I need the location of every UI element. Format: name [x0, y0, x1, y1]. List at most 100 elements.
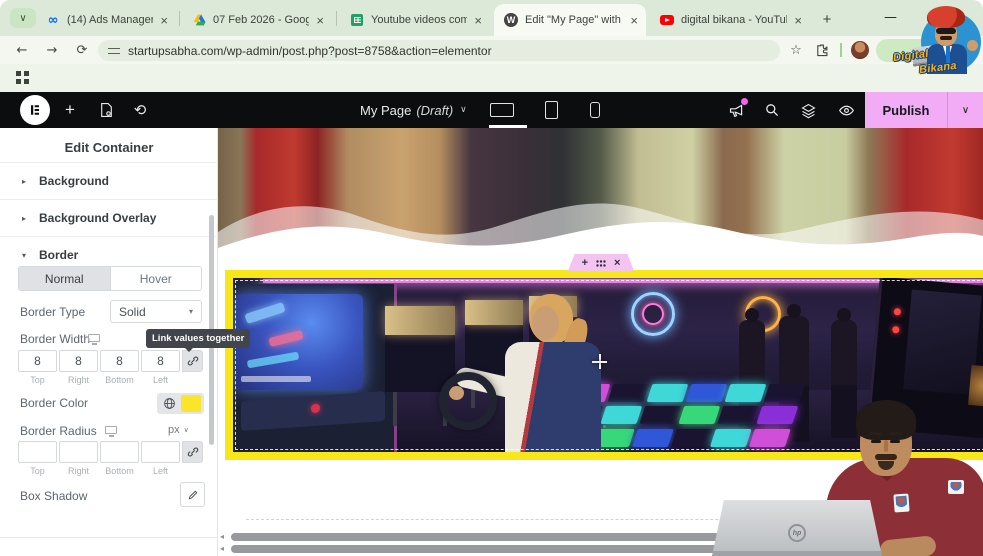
responsive-monitor-icon[interactable]: [105, 426, 117, 437]
neon-sign-blue: [631, 292, 675, 336]
close-tab-icon[interactable]: ×: [794, 14, 802, 27]
history-icon[interactable]: ⟲: [130, 100, 150, 120]
preview-eye-icon[interactable]: [836, 100, 856, 120]
tab-search-button[interactable]: ∨: [10, 8, 36, 28]
border-width-top-input[interactable]: [18, 350, 57, 372]
editor-canvas[interactable]: + × ◂ ◂ hp: [218, 128, 983, 556]
tab-separator: [336, 11, 337, 26]
border-width-right-input[interactable]: [59, 350, 98, 372]
hero-section-image[interactable]: [218, 128, 983, 258]
tab-ads-manager[interactable]: ∞ (14) Ads Manager - Mana ×: [36, 4, 176, 36]
box-shadow-edit-button[interactable]: [180, 482, 205, 507]
border-radius-left-input[interactable]: [141, 441, 180, 463]
profile-avatar[interactable]: [851, 41, 869, 59]
tab-elementor-active[interactable]: W Edit "My Page" with Elem ×: [494, 4, 646, 36]
back-icon[interactable]: ←: [12, 40, 32, 60]
caret-down-icon: ▾: [22, 250, 27, 260]
apps-grid-icon[interactable]: [16, 71, 29, 84]
border-type-select[interactable]: Solid ▾: [110, 300, 202, 323]
mascot-mustache: [940, 36, 952, 40]
device-mobile-icon[interactable]: [590, 102, 600, 118]
publish-button[interactable]: Publish: [865, 92, 947, 128]
page-title-dropdown[interactable]: My Page (Draft) ∨: [360, 92, 467, 128]
caret-right-icon: ▸: [22, 213, 27, 223]
chevron-down-icon: ∨: [460, 105, 467, 115]
device-desktop-icon[interactable]: [490, 103, 514, 117]
tab-hover[interactable]: Hover: [109, 267, 201, 290]
dim-label-right: Right: [67, 466, 89, 476]
publish-options-caret[interactable]: ∨: [947, 92, 983, 128]
bookmarks-bar: [0, 64, 983, 92]
browser-toolbar: ← → ⟳ startupsabha.com/wp-admin/post.php…: [0, 36, 983, 64]
address-bar[interactable]: startupsabha.com/wp-admin/post.php?post=…: [98, 40, 780, 61]
dim-label-top: Top: [30, 466, 45, 476]
section-background[interactable]: ▸ Background: [0, 162, 218, 199]
border-color-label: Border Color: [20, 396, 89, 410]
page-settings-icon[interactable]: [96, 100, 116, 120]
panel-title: Edit Container: [64, 140, 154, 155]
border-radius-bottom-input[interactable]: [100, 441, 139, 463]
new-tab-button[interactable]: +: [816, 8, 838, 30]
caret-right-icon: ▸: [22, 176, 27, 186]
close-tab-icon[interactable]: ×: [474, 14, 482, 27]
responsive-monitor-icon[interactable]: [88, 334, 100, 345]
url-text: startupsabha.com/wp-admin/post.php?post=…: [128, 43, 492, 58]
tab-label: Edit "My Page" with Elem: [525, 14, 623, 26]
neon-strip: [263, 279, 983, 283]
elementor-logo[interactable]: [20, 95, 50, 125]
page-status: (Draft): [416, 102, 454, 118]
radius-unit-select[interactable]: px ∨: [168, 424, 189, 436]
dim-label-left: Left: [152, 466, 168, 476]
google-drive-icon: [192, 13, 206, 27]
elementor-topbar: + ⟲ My Page (Draft) ∨ Publish ∨: [0, 92, 983, 128]
tab-normal[interactable]: Normal: [19, 267, 110, 290]
site-settings-icon[interactable]: [108, 46, 120, 56]
close-tab-icon[interactable]: ×: [316, 14, 324, 27]
border-color-control: [157, 393, 204, 414]
panel-divider: [0, 537, 218, 538]
device-tablet-icon[interactable]: [545, 101, 558, 119]
link-values-tooltip: Link values together: [146, 329, 251, 352]
close-tab-icon[interactable]: ×: [630, 14, 638, 27]
border-color-swatch[interactable]: [181, 395, 201, 412]
link-values-button[interactable]: [182, 350, 203, 372]
girl-face: [532, 306, 559, 340]
add-container-icon[interactable]: +: [582, 257, 588, 269]
tab-label: (14) Ads Manager - Mana: [67, 14, 154, 26]
steering-wheel: [439, 372, 497, 430]
notification-dot: [741, 98, 748, 105]
mascot-turban: [927, 6, 965, 28]
close-tab-icon[interactable]: ×: [160, 14, 168, 27]
structure-layers-icon[interactable]: [798, 100, 818, 120]
reload-icon[interactable]: ⟳: [72, 40, 92, 60]
wordpress-icon: W: [504, 13, 518, 27]
tab-label: Youtube videos complet: [371, 14, 468, 26]
dim-label-bottom: Bottom: [105, 466, 134, 476]
add-element-button[interactable]: +: [60, 100, 80, 120]
scroll-left-arrow[interactable]: ◂: [220, 532, 224, 541]
toolbar-separator: [840, 43, 842, 57]
delete-container-icon[interactable]: ×: [614, 257, 620, 269]
border-width-left-input[interactable]: [141, 350, 180, 372]
section-background-overlay[interactable]: ▸ Background Overlay: [0, 199, 218, 236]
border-radius-label: Border Radius: [20, 424, 97, 438]
bookmark-star-icon[interactable]: ☆: [786, 40, 806, 60]
border-radius-right-input[interactable]: [59, 441, 98, 463]
global-color-icon[interactable]: [157, 397, 181, 410]
tab-youtube[interactable]: digital bikana - YouTube ×: [650, 4, 810, 36]
link-values-button[interactable]: [182, 441, 203, 463]
presenter-laptop: hp: [712, 500, 882, 556]
page-title: My Page: [360, 102, 412, 118]
drag-container-icon[interactable]: [596, 254, 606, 271]
tab-sheets[interactable]: Youtube videos complet ×: [340, 4, 490, 36]
border-width-bottom-input[interactable]: [100, 350, 139, 372]
extensions-icon[interactable]: [812, 40, 832, 60]
border-radius-top-input[interactable]: [18, 441, 57, 463]
scroll-left-arrow[interactable]: ◂: [220, 544, 224, 553]
section-label: Border: [39, 248, 79, 262]
border-width-label: Border Width: [20, 332, 91, 346]
finder-search-icon[interactable]: [762, 100, 782, 120]
tab-google-drive[interactable]: 07 Feb 2026 - Google Dri ×: [182, 4, 332, 36]
forward-icon[interactable]: →: [42, 40, 62, 60]
browser-window: ∨ ∞ (14) Ads Manager - Mana × 07 Feb 202…: [0, 0, 983, 556]
